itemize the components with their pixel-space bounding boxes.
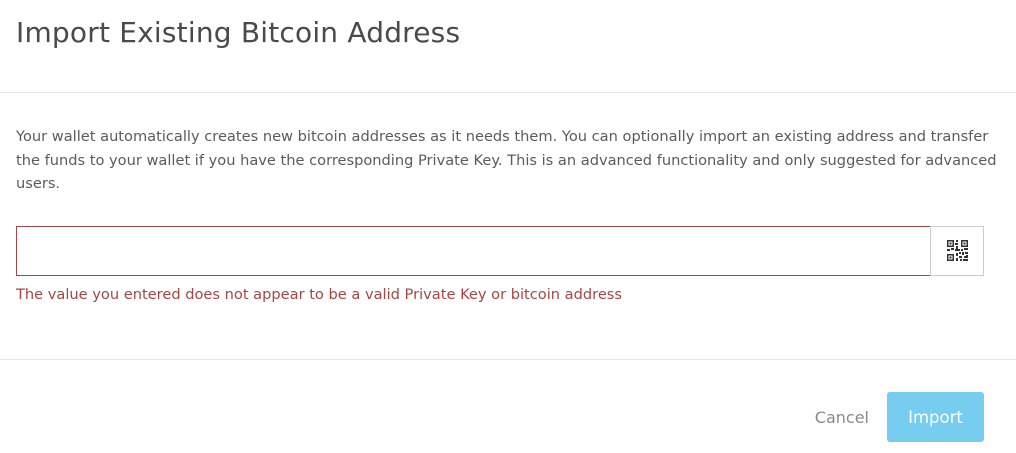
- private-key-input-group: [16, 225, 984, 276]
- qr-code-icon: [946, 240, 968, 262]
- validation-error-message: The value you entered does not appear to…: [16, 285, 623, 303]
- scan-qr-button[interactable]: [930, 225, 984, 276]
- description-text: Your wallet automatically creates new bi…: [16, 128, 997, 193]
- modal-title: Import Existing Bitcoin Address: [16, 16, 461, 49]
- private-key-input[interactable]: [16, 225, 930, 276]
- import-button[interactable]: Import: [887, 392, 984, 442]
- modal-body: Your wallet automatically creates new bi…: [0, 93, 1016, 360]
- import-address-modal: Import Existing Bitcoin Address Your wal…: [0, 0, 1016, 453]
- modal-footer: Cancel Import: [0, 360, 1016, 452]
- cancel-button[interactable]: Cancel: [815, 408, 869, 428]
- modal-header: Import Existing Bitcoin Address: [0, 0, 1016, 93]
